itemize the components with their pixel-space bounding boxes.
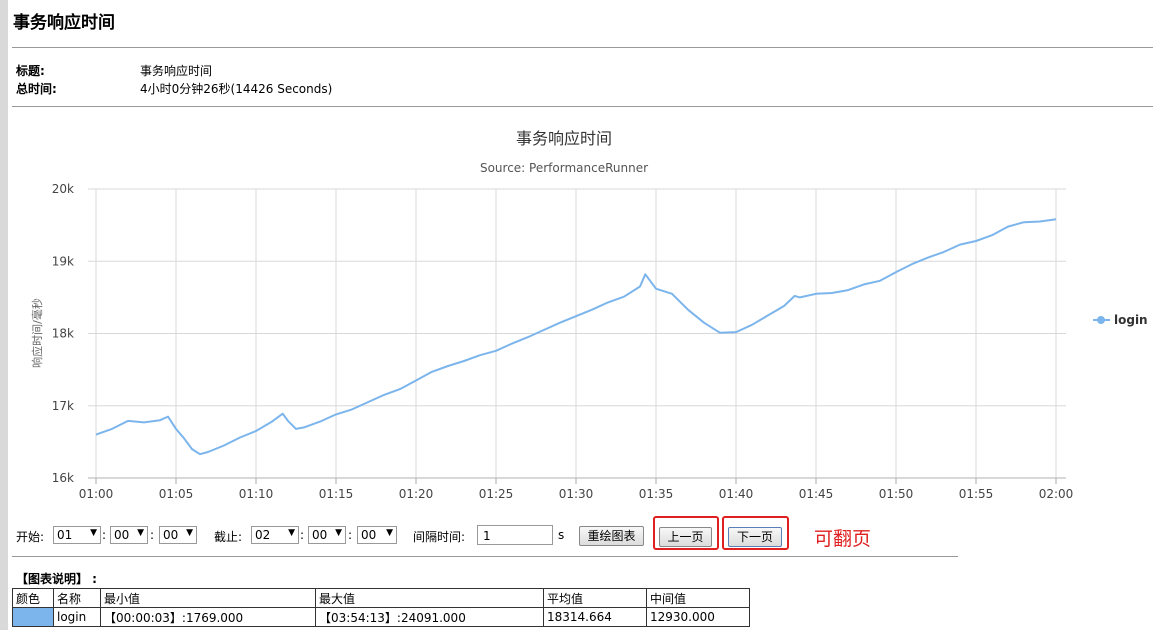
start-minute-select[interactable]: 00 ▼ [110,526,148,544]
y-axis-label: 响应时间/毫秒 [30,298,44,368]
header-min: 最小值 [100,588,316,608]
stats-table: 颜色 名称 最小值 最大值 平均值 中间值 login 【00:00:03】:1… [12,588,750,627]
legend-marker [1097,316,1105,324]
row-median: 12930.000 [646,607,750,627]
chart-grid [88,188,1066,479]
row-avg: 18314.664 [543,607,647,627]
x-tick-label: 01:15 [319,487,354,501]
end-minute-select[interactable]: 00 ▼ [308,526,346,544]
end-second-select[interactable]: 00 ▼ [357,526,397,544]
header-name: 名称 [53,588,101,608]
x-tick-label: 01:45 [799,487,834,501]
x-tick-label: 01:05 [159,487,194,501]
end-label: 截止: [214,530,243,544]
end-hour-select[interactable]: 02 ▼ [251,526,299,544]
divider [12,556,958,557]
redraw-chart-button[interactable]: 重绘图表 [579,526,644,546]
x-tick-label: 01:25 [479,487,514,501]
chart-title: 事务响应时间 [516,129,612,148]
interval-label: 间隔时间: [413,530,466,544]
x-tick-label: 01:55 [959,487,994,501]
chart-legend-title: 【图表说明】 : [16,572,97,586]
x-tick-label: 01:35 [639,487,674,501]
y-tick-label: 20k [52,182,74,196]
header-avg: 平均值 [543,588,647,608]
start-label: 开始: [16,530,45,544]
y-tick-label: 19k [52,254,74,268]
y-tick-label: 16k [52,471,74,485]
row-max: 【03:54:13】:24091.000 [315,607,544,627]
y-tick-label: 18k [52,327,74,341]
interval-input[interactable]: 1 [477,525,553,545]
start-second-select[interactable]: 00 ▼ [159,526,197,544]
next-page-button[interactable]: 下一页 [728,527,782,547]
header-max: 最大值 [315,588,544,608]
x-tick-label: 02:00 [1039,487,1074,501]
header-color: 颜色 [12,588,54,608]
start-hour-select[interactable]: 01 ▼ [53,526,101,544]
x-tick-label: 01:10 [239,487,274,501]
x-tick-label: 01:20 [399,487,434,501]
chart-subtitle: Source: PerformanceRunner [480,161,648,175]
header-median: 中间值 [646,588,750,608]
table-header-row: 颜色 名称 最小值 最大值 平均值 中间值 [12,588,750,608]
row-name: login [53,607,101,627]
legend-label: login [1114,313,1148,327]
page-flip-annotation: 可翻页 [814,528,872,550]
interval-unit: s [558,528,565,542]
x-tick-label: 01:00 [79,487,114,501]
row-min: 【00:00:03】:1769.000 [100,607,316,627]
legend-login[interactable]: login [1093,313,1148,327]
response-time-chart: 16k 17k 18k 19k 20k 01:00 01:05 01:10 01:15 01:20… [30,129,1148,501]
x-tick-label: 01:30 [559,487,594,501]
x-tick-label: 01:40 [719,487,754,501]
series-color-swatch [12,607,54,627]
y-tick-label: 17k [52,399,74,413]
x-tick-label: 01:50 [879,487,914,501]
prev-page-button[interactable]: 上一页 [659,527,712,547]
table-row: login 【00:00:03】:1769.000 【03:54:13】:240… [12,607,750,627]
